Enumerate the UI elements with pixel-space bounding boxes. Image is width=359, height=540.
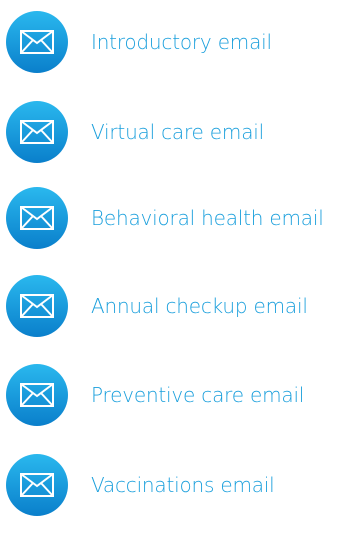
envelope-icon xyxy=(6,364,68,426)
email-link-label[interactable]: Preventive care email xyxy=(91,383,304,407)
envelope-icon xyxy=(6,275,68,337)
envelope-icon xyxy=(6,101,68,163)
email-link-behavioral-health[interactable]: Behavioral health email xyxy=(6,186,324,250)
email-link-label[interactable]: Annual checkup email xyxy=(91,294,308,318)
email-link-label[interactable]: Behavioral health email xyxy=(91,206,324,230)
envelope-icon xyxy=(6,11,68,73)
email-link-label[interactable]: Virtual care email xyxy=(91,120,264,144)
email-link-virtual-care[interactable]: Virtual care email xyxy=(6,100,264,164)
email-link-annual-checkup[interactable]: Annual checkup email xyxy=(6,274,308,338)
email-link-label[interactable]: Introductory email xyxy=(91,30,272,54)
email-link-vaccinations[interactable]: Vaccinations email xyxy=(6,453,275,517)
email-link-introductory[interactable]: Introductory email xyxy=(6,10,272,74)
envelope-icon xyxy=(6,454,68,516)
email-link-list: Introductory email Virtual care email Be… xyxy=(0,0,359,540)
email-link-label[interactable]: Vaccinations email xyxy=(91,473,275,497)
envelope-icon xyxy=(6,187,68,249)
email-link-preventive-care[interactable]: Preventive care email xyxy=(6,363,304,427)
